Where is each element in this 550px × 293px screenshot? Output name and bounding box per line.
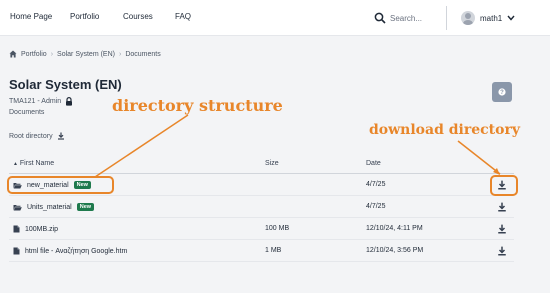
file-icon xyxy=(13,225,20,233)
file-name[interactable]: html file - Αναζήτηση Google.htm xyxy=(25,248,127,255)
root-directory-label[interactable]: Root directory xyxy=(9,133,53,140)
table-row[interactable]: 100MB.zip 100 MB 12/10/24, 4:11 PM xyxy=(9,218,514,240)
question-icon: ? xyxy=(498,88,506,96)
nav-portfolio[interactable]: Portfolio xyxy=(70,12,99,21)
search-box[interactable]: Search... xyxy=(374,10,422,26)
download-icon[interactable] xyxy=(497,224,507,234)
breadcrumb-portfolio[interactable]: Portfolio xyxy=(21,51,47,58)
download-icon[interactable] xyxy=(497,202,507,212)
annotation-highlight-folder xyxy=(7,176,114,194)
lock-icon xyxy=(66,97,73,106)
breadcrumb-documents: Documents xyxy=(125,50,161,58)
course-code-admin: TMA121 - Admin xyxy=(9,98,62,105)
file-icon xyxy=(13,247,20,255)
search-icon[interactable] xyxy=(374,12,386,24)
new-badge: New xyxy=(76,203,95,211)
chevron-down-icon[interactable] xyxy=(507,15,515,21)
column-name-header[interactable]: ▲ First Name xyxy=(13,160,54,167)
top-navbar: Home Page Portfolio Courses FAQ Search..… xyxy=(0,0,550,36)
column-size-header[interactable]: Size xyxy=(265,160,279,167)
avatar[interactable] xyxy=(461,11,475,25)
row-date: 12/10/24, 4:11 PM xyxy=(366,225,423,232)
column-date-header[interactable]: Date xyxy=(366,160,381,167)
folder-name[interactable]: Units_material xyxy=(27,204,72,211)
svg-text:?: ? xyxy=(500,90,504,96)
table-row[interactable]: Units_material New 4/7/25 xyxy=(9,196,514,218)
row-name[interactable]: Units_material New xyxy=(13,203,95,211)
row-date: 4/7/25 xyxy=(366,203,386,210)
nav-divider xyxy=(446,6,447,30)
breadcrumb: Portfolio › Solar System (EN) › Document… xyxy=(9,50,161,58)
user-menu[interactable]: math1 xyxy=(461,8,515,28)
annotation-download-directory: download directory xyxy=(369,122,520,138)
help-button[interactable]: ? xyxy=(492,82,512,102)
row-name[interactable]: html file - Αναζήτηση Google.htm xyxy=(13,247,127,255)
search-input[interactable]: Search... xyxy=(390,14,422,23)
page-title: Solar System (EN) xyxy=(9,77,122,92)
annotation-highlight-download xyxy=(490,175,518,196)
sort-up-icon[interactable]: ▲ xyxy=(13,161,18,167)
breadcrumb-separator: › xyxy=(119,50,122,58)
download-icon[interactable] xyxy=(57,132,65,140)
file-name[interactable]: 100MB.zip xyxy=(25,226,58,233)
row-size: 1 MB xyxy=(265,247,282,254)
nav-home-page[interactable]: Home Page xyxy=(10,12,52,21)
table-header: ▲ First Name Size Date xyxy=(9,154,514,174)
row-size: 100 MB xyxy=(265,225,290,232)
row-date: 12/10/24, 3:56 PM xyxy=(366,247,424,254)
root-directory[interactable]: Root directory xyxy=(9,132,65,140)
documents-table: ▲ First Name Size Date new_material New … xyxy=(9,154,514,262)
table-row[interactable]: html file - Αναζήτηση Google.htm 1 MB 12… xyxy=(9,240,514,262)
home-icon[interactable] xyxy=(9,50,17,58)
section-name: Documents xyxy=(9,109,45,116)
download-icon[interactable] xyxy=(497,246,507,256)
breadcrumb-course[interactable]: Solar System (EN) xyxy=(57,51,115,58)
folder-open-icon xyxy=(13,204,22,210)
nav-faq[interactable]: FAQ xyxy=(175,12,191,21)
nav-courses[interactable]: Courses xyxy=(123,12,153,21)
annotation-directory-structure: directory structure xyxy=(112,96,283,115)
row-date: 4/7/25 xyxy=(366,181,386,188)
course-meta: TMA121 - Admin xyxy=(9,97,73,106)
user-name[interactable]: math1 xyxy=(480,14,502,23)
row-name[interactable]: 100MB.zip xyxy=(13,225,58,233)
breadcrumb-separator: › xyxy=(50,50,54,58)
